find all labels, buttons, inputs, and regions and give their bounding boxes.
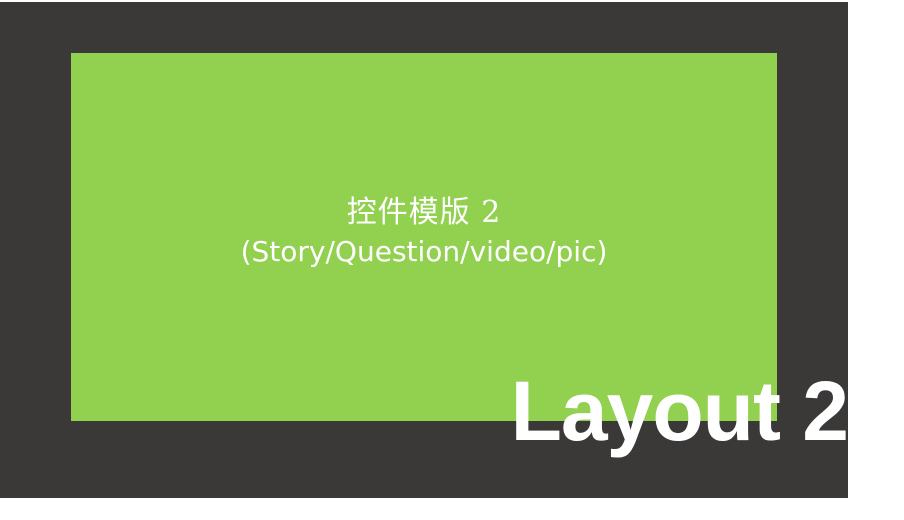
layout-label: Layout 2 [510,364,849,458]
layout-stage: 控件模版 2 (Story/Question/video/pic) Layout… [0,2,849,498]
placeholder-subtitle: (Story/Question/video/pic) [240,235,608,268]
placeholder-title: 控件模版 2 [346,195,502,230]
placeholder-caption: 控件模版 2 (Story/Question/video/pic) [71,193,777,271]
